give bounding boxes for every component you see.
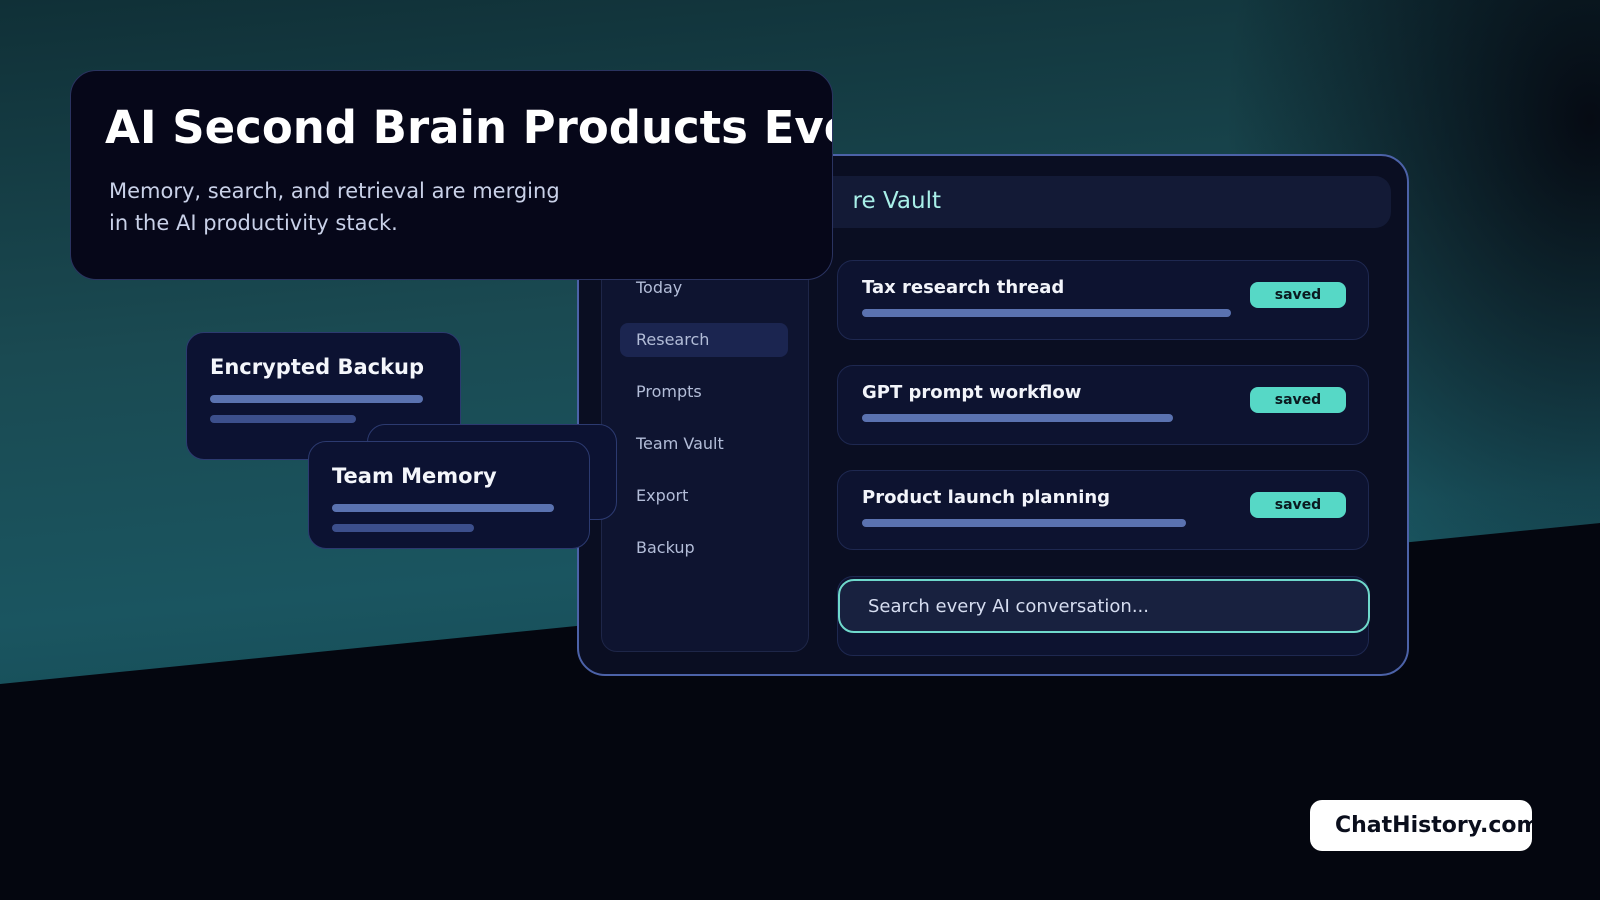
card-line — [332, 524, 474, 532]
subtitle-line: in the AI productivity stack. — [109, 211, 398, 235]
card-line — [210, 415, 356, 423]
thread-progress-bar — [862, 309, 1231, 317]
team-memory-card[interactable]: Team Memory — [308, 441, 590, 549]
thread-card[interactable]: Product launch planning saved — [837, 470, 1369, 550]
thread-title: Product launch planning — [862, 487, 1111, 508]
search-container — [837, 576, 1370, 656]
brand-badge[interactable]: ChatHistory.com — [1310, 800, 1532, 851]
subtitle-line: Memory, search, and retrieval are mergin… — [109, 179, 560, 203]
card-line — [332, 504, 554, 512]
sidebar-item-team-vault[interactable]: Team Vault — [620, 427, 788, 461]
thread-title: GPT prompt workflow — [862, 382, 1082, 403]
thread-title: Tax research thread — [862, 277, 1065, 298]
saved-badge: saved — [1250, 387, 1346, 413]
search-input[interactable] — [838, 579, 1370, 633]
card-title: Team Memory — [332, 464, 497, 488]
saved-badge: saved — [1250, 492, 1346, 518]
card-title: Encrypted Backup — [210, 355, 425, 379]
page-subtitle: Memory, search, and retrieval are mergin… — [109, 175, 669, 239]
sidebar-item-backup[interactable]: Backup — [620, 531, 788, 565]
vault-sidebar: Today Research Prompts Team Vault Export… — [601, 260, 809, 652]
sidebar-item-research[interactable]: Research — [620, 323, 788, 357]
sidebar-item-export[interactable]: Export — [620, 479, 788, 513]
hero-card: AI Second Brain Products Evo Memory, sea… — [70, 70, 833, 280]
thread-card[interactable]: GPT prompt workflow saved — [837, 365, 1369, 445]
saved-badge: saved — [1250, 282, 1346, 308]
thread-card[interactable]: Tax research thread saved — [837, 260, 1369, 340]
thread-progress-bar — [862, 519, 1186, 527]
brand-name: ChatHistory.com — [1335, 813, 1532, 838]
page-title: AI Second Brain Products Evo — [105, 101, 833, 154]
thread-progress-bar — [862, 414, 1173, 422]
card-line — [210, 395, 423, 403]
sidebar-item-prompts[interactable]: Prompts — [620, 375, 788, 409]
